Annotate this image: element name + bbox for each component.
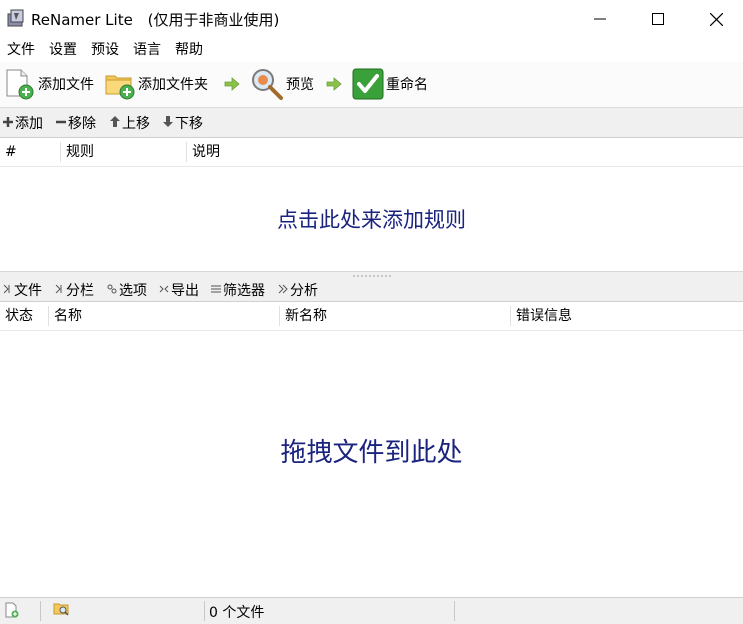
menu-language[interactable]: 语言 <box>126 38 168 62</box>
maximize-icon <box>652 13 664 25</box>
files-col-error[interactable]: 错误信息 <box>511 302 743 330</box>
move-down-label: 下移 <box>175 115 203 132</box>
files-col-name[interactable]: 名称 <box>49 302 279 330</box>
filter-icon <box>211 282 221 298</box>
maximize-button[interactable] <box>629 0 687 38</box>
add-files-status-button[interactable] <box>4 602 20 622</box>
rename-label: 重命名 <box>386 77 428 93</box>
add-folder-icon <box>105 75 135 100</box>
app-icon <box>6 8 26 28</box>
plus-icon <box>3 115 13 131</box>
analyze-menu-button[interactable]: 分析 <box>278 279 318 301</box>
columns-menu-label: 分栏 <box>66 283 94 299</box>
app-license-note: (仅用于非商业使用) <box>147 11 280 29</box>
preview-label: 预览 <box>286 77 314 93</box>
rules-col-number[interactable]: # <box>0 138 60 166</box>
remove-rule-label: 移除 <box>68 115 96 132</box>
analyze-menu-label: 分析 <box>290 283 318 299</box>
options-menu-label: 选项 <box>119 283 147 299</box>
grip-icon <box>353 275 391 277</box>
files-list-area[interactable]: 拖拽文件到此处 <box>0 331 743 597</box>
status-divider <box>204 601 205 621</box>
rules-list-area[interactable]: 点击此处来添加规则 <box>0 167 743 271</box>
arrow-right-icon <box>224 77 240 95</box>
rules-col-rule[interactable]: 规则 <box>61 138 186 166</box>
status-bar: 0 个文件 <box>0 597 743 624</box>
columns-menu-button[interactable]: 分栏 <box>55 279 94 301</box>
status-divider <box>454 601 455 621</box>
close-icon <box>709 12 723 26</box>
arrow-up-icon <box>110 115 120 131</box>
magnifier-icon <box>252 69 283 100</box>
menu-file[interactable]: 文件 <box>0 38 42 62</box>
rules-table-header: # 规则 说明 <box>0 138 743 167</box>
remove-rule-button[interactable]: 移除 <box>56 108 96 137</box>
window-title: ReNamer Lite (仅用于非商业使用) <box>31 9 279 30</box>
filters-menu-button[interactable]: 筛选器 <box>211 279 265 301</box>
rename-button[interactable]: 重命名 <box>352 67 428 101</box>
minus-icon <box>56 115 66 131</box>
drop-files-hint: 拖拽文件到此处 <box>280 438 463 468</box>
preview-button[interactable]: 预览 <box>250 67 314 101</box>
options-icon <box>107 282 117 298</box>
folder-search-icon <box>53 603 69 616</box>
menu-presets[interactable]: 预设 <box>84 38 126 62</box>
add-file-icon <box>5 602 19 618</box>
folder-search-status-button[interactable] <box>53 601 71 621</box>
close-button[interactable] <box>687 0 743 38</box>
rules-col-description[interactable]: 说明 <box>187 138 743 166</box>
arrow-down-icon <box>163 115 173 131</box>
files-table-header: 状态 名称 新名称 错误信息 <box>0 302 743 331</box>
move-down-button[interactable]: 下移 <box>163 108 203 137</box>
minimize-button[interactable] <box>571 0 629 38</box>
files-col-new-name[interactable]: 新名称 <box>280 302 510 330</box>
add-files-button[interactable]: 添加文件 <box>4 67 94 101</box>
add-files-label: 添加文件 <box>38 77 94 93</box>
add-file-icon <box>6 69 34 100</box>
options-menu-button[interactable]: 选项 <box>107 279 147 301</box>
add-rules-hint[interactable]: 点击此处来添加规则 <box>0 204 743 234</box>
add-rule-label: 添加 <box>15 115 43 132</box>
status-divider <box>40 601 41 621</box>
title-bar: ReNamer Lite (仅用于非商业使用) <box>0 0 743 38</box>
menu-bar: 文件 设置 预设 语言 帮助 <box>0 38 743 62</box>
move-up-label: 上移 <box>122 115 150 132</box>
minimize-icon <box>594 18 606 20</box>
menu-help[interactable]: 帮助 <box>168 38 210 62</box>
filters-menu-label: 筛选器 <box>223 283 265 299</box>
files-menu-button[interactable]: 文件 <box>3 279 42 301</box>
export-icon <box>159 282 169 298</box>
file-count: 0 个文件 <box>209 605 265 621</box>
menu-arrow-icon <box>3 282 12 298</box>
app-name: ReNamer Lite <box>31 11 133 29</box>
add-folder-button[interactable]: 添加文件夹 <box>104 67 208 101</box>
menu-settings[interactable]: 设置 <box>42 38 84 62</box>
analyze-icon <box>278 282 288 298</box>
files-menu-label: 文件 <box>14 283 42 299</box>
arrow-right-icon <box>326 77 342 95</box>
rules-toolbar: 添加 移除 上移 下移 <box>0 108 743 138</box>
add-rule-button[interactable]: 添加 <box>3 108 43 137</box>
files-col-status[interactable]: 状态 <box>0 302 48 330</box>
files-toolbar: 文件 分栏 选项 导出 筛选器 分析 <box>0 279 743 302</box>
add-folder-label: 添加文件夹 <box>138 77 208 93</box>
main-toolbar: 添加文件 添加文件夹 预览 重命名 <box>0 62 743 108</box>
move-up-button[interactable]: 上移 <box>110 108 150 137</box>
checkmark-icon <box>352 68 384 100</box>
export-menu-label: 导出 <box>171 283 199 299</box>
export-menu-button[interactable]: 导出 <box>159 279 199 301</box>
menu-arrow-icon <box>55 282 64 298</box>
